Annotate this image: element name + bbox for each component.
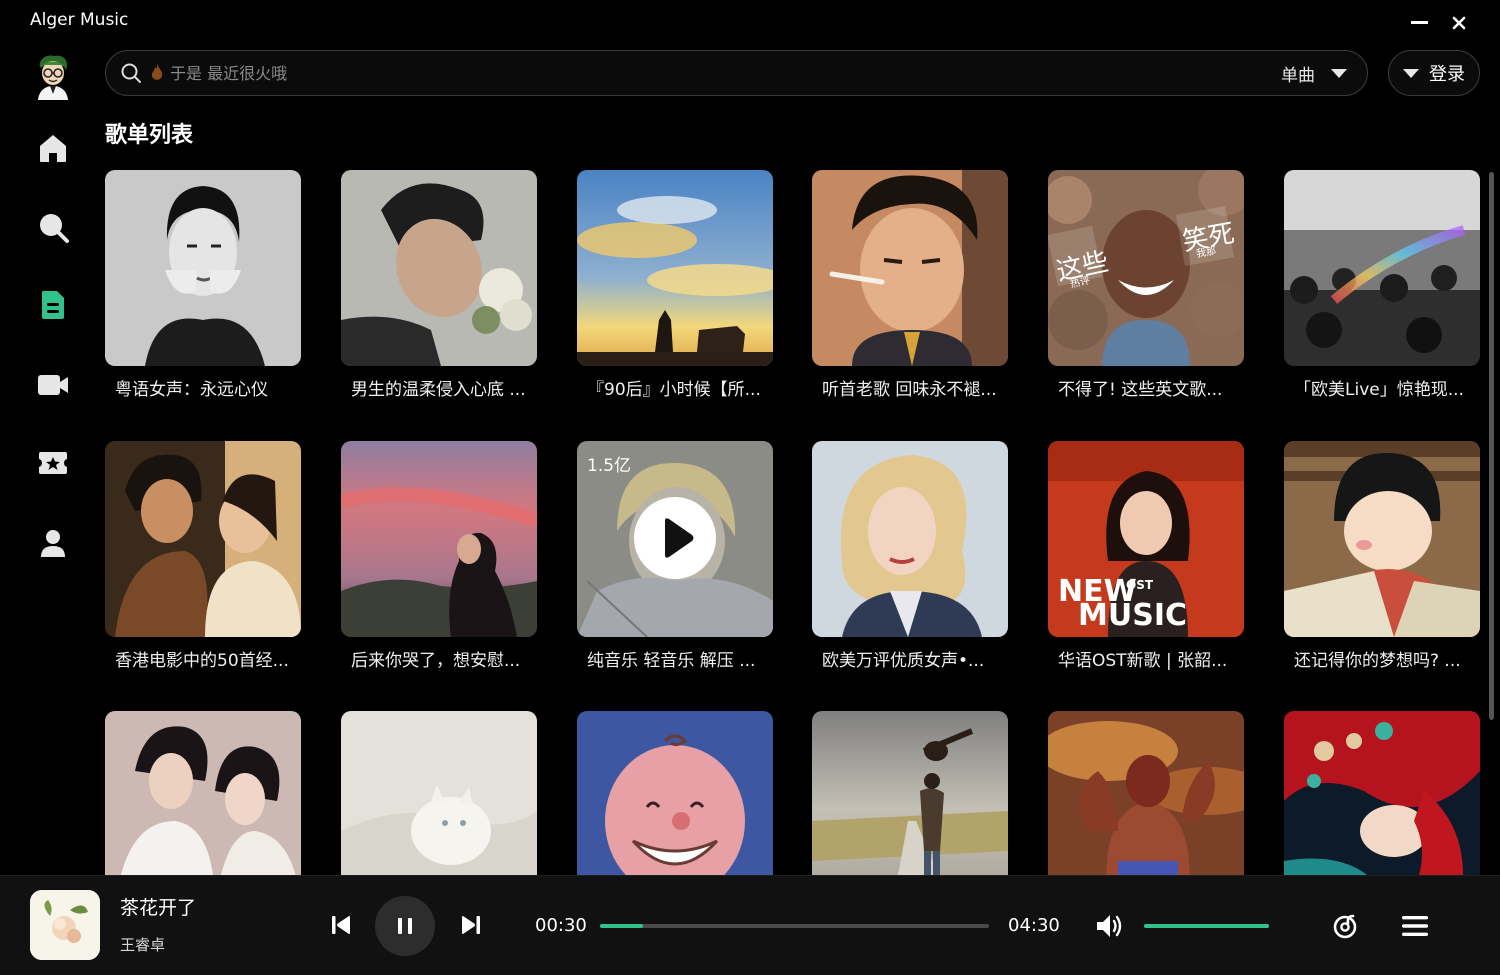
playlist-title: 还记得你的梦想吗? ... xyxy=(1294,651,1461,671)
current-time: 00:30 xyxy=(535,915,587,936)
search-icon[interactable] xyxy=(120,62,142,84)
playlist-card[interactable] xyxy=(1048,711,1244,875)
login-label: 登录 xyxy=(1429,64,1465,85)
playlist-title: 听首老歌 回味永不褪... xyxy=(822,380,997,400)
playlist-menu-icon[interactable] xyxy=(1400,913,1430,939)
playlist-cover xyxy=(105,711,301,875)
search-type-select[interactable]: 单曲 xyxy=(1281,59,1347,87)
playlist-title: 「欧美Live」惊艳现... xyxy=(1294,380,1464,400)
track-title: 茶花开了 xyxy=(120,897,197,919)
playlist-cover xyxy=(1284,711,1480,875)
playlist-card[interactable]: NEW OST MUSIC 华语OST新歌 | 张韶... xyxy=(1048,441,1244,671)
playlist-card[interactable] xyxy=(577,711,773,875)
playlist-cover xyxy=(1048,711,1244,875)
login-button[interactable]: 登录 xyxy=(1388,50,1480,96)
playlist-cover xyxy=(577,170,773,366)
user-icon[interactable] xyxy=(36,526,70,560)
playlist-card[interactable] xyxy=(1284,711,1480,875)
play-count: 1.5亿 xyxy=(587,456,632,476)
playlist-title: 『90后』小时候【所... xyxy=(587,380,761,400)
playlist-cover xyxy=(812,711,1008,875)
cover-text: OST xyxy=(1126,578,1154,592)
track-artist: 王睿卓 xyxy=(120,936,166,954)
playlist-title: 欧美万评优质女声•... xyxy=(822,651,985,671)
total-time: 04:30 xyxy=(1008,915,1060,936)
playlist-title: 香港电影中的50首经... xyxy=(115,651,289,671)
pause-button[interactable] xyxy=(375,896,435,956)
close-icon[interactable] xyxy=(1448,12,1470,34)
playlist-cover xyxy=(812,170,1008,366)
minimize-button[interactable] xyxy=(1411,21,1428,24)
playlist-card[interactable]: 欧美万评优质女声•... xyxy=(812,441,1008,671)
playlist-title: 后来你哭了，想安慰... xyxy=(351,651,521,671)
search-icon[interactable] xyxy=(36,210,70,244)
previous-icon[interactable] xyxy=(330,914,352,936)
playlist-card[interactable]: 1.5亿 纯音乐 轻音乐 解压 ... xyxy=(577,441,773,671)
play-icon xyxy=(665,518,694,558)
playlist-cover xyxy=(577,711,773,875)
avatar[interactable] xyxy=(34,54,72,100)
playlist-grid: 粤语女声：永远心仪 男生的温柔侵入心底 ... 『90后』小时候【所... 听首… xyxy=(105,170,1485,875)
playlist-card[interactable]: 香港电影中的50首经... xyxy=(105,441,301,671)
scrollbar[interactable] xyxy=(1489,172,1494,720)
playlist-title: 男生的温柔侵入心底 ... xyxy=(351,380,526,400)
playlist-card[interactable]: 后来你哭了，想安慰... xyxy=(341,441,537,671)
page-title: 歌单列表 xyxy=(105,123,194,148)
progress-bar[interactable] xyxy=(600,924,989,928)
ranking-icon[interactable] xyxy=(36,446,70,480)
playlist-cover: 这些 笑死 热评 我那 xyxy=(1048,170,1244,366)
playlist-card[interactable]: 男生的温柔侵入心底 ... xyxy=(341,170,537,400)
netease-icon[interactable] xyxy=(1331,912,1359,940)
playlist-cover: 1.5亿 xyxy=(577,441,773,637)
chevron-down-icon xyxy=(1331,68,1347,78)
next-icon[interactable] xyxy=(460,914,482,936)
playlist-card[interactable] xyxy=(341,711,537,875)
playlist-card[interactable]: 还记得你的梦想吗? ... xyxy=(1284,441,1480,671)
playlist-title: 不得了! 这些英文歌... xyxy=(1058,380,1223,400)
sidebar xyxy=(0,44,105,874)
track-cover[interactable] xyxy=(30,890,100,960)
playlist-card[interactable]: 「欧美Live」惊艳现... xyxy=(1284,170,1480,400)
search-bar: 单曲 xyxy=(105,50,1368,96)
playlist-card[interactable]: 粤语女声：永远心仪 xyxy=(105,170,301,400)
playlist-cover xyxy=(341,441,537,637)
fire-icon xyxy=(151,64,163,80)
playlist-icon[interactable] xyxy=(36,288,70,322)
player-bar: 茶花开了 王睿卓 00:30 04:30 xyxy=(0,875,1500,975)
home-icon[interactable] xyxy=(36,131,70,165)
volume-icon[interactable] xyxy=(1094,912,1124,940)
playlist-cover: NEW OST MUSIC xyxy=(1048,441,1244,637)
play-button[interactable] xyxy=(634,497,716,579)
volume-slider[interactable] xyxy=(1144,924,1269,928)
search-input[interactable] xyxy=(170,59,1230,87)
playlist-cover xyxy=(812,441,1008,637)
playlist-cover xyxy=(1284,170,1480,366)
playlist-cover xyxy=(105,441,301,637)
chevron-down-icon xyxy=(1403,68,1419,78)
playlist-cover xyxy=(105,170,301,366)
playlist-cover xyxy=(1284,441,1480,637)
playlist-title: 华语OST新歌 | 张韶... xyxy=(1058,651,1228,671)
pause-icon xyxy=(398,918,412,934)
playlist-card[interactable] xyxy=(812,711,1008,875)
playlist-title: 纯音乐 轻音乐 解压 ... xyxy=(587,651,756,671)
playlist-cover xyxy=(341,711,537,875)
volume-fill xyxy=(1144,924,1269,928)
cover-text: MUSIC xyxy=(1078,598,1187,633)
app-title: Alger Music xyxy=(30,10,129,30)
playlist-card[interactable]: 这些 笑死 热评 我那 不得了! 这些英文歌... xyxy=(1048,170,1244,400)
video-icon[interactable] xyxy=(36,368,70,402)
playlist-cover xyxy=(341,170,537,366)
playlist-card[interactable]: 『90后』小时候【所... xyxy=(577,170,773,400)
progress-fill xyxy=(600,924,643,928)
playlist-card[interactable] xyxy=(105,711,301,875)
title-bar: Alger Music xyxy=(0,0,1500,44)
playlist-card[interactable]: 听首老歌 回味永不褪... xyxy=(812,170,1008,400)
search-type-label: 单曲 xyxy=(1281,65,1315,86)
playlist-title: 粤语女声：永远心仪 xyxy=(115,380,268,400)
